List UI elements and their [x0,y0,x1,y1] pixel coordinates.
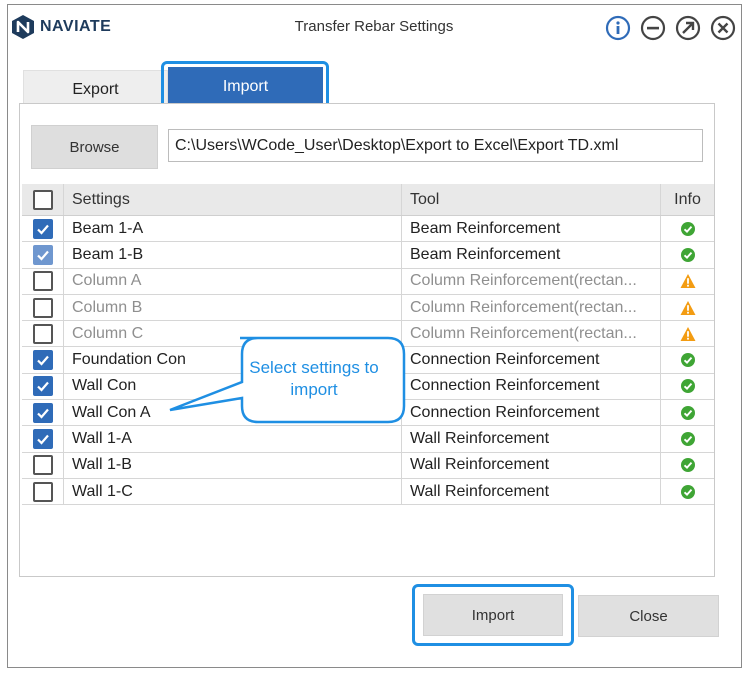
row-tool-name: Column Reinforcement(rectan... [402,268,661,294]
row-checkbox[interactable] [32,323,53,344]
window-controls [605,15,736,41]
row-checkbox[interactable] [32,376,53,397]
row-setting-name: Wall 1-B [64,452,402,478]
row-status [661,295,714,320]
checkmark-icon [36,355,49,366]
row-setting-name: Beam 1-A [64,216,402,242]
ok-status-icon [680,432,695,447]
row-checkbox[interactable] [32,350,53,371]
info-icon[interactable] [605,15,631,41]
row-checkbox[interactable] [32,297,53,318]
file-path-input[interactable] [168,129,703,162]
row-status [661,269,714,294]
row-status [661,216,714,241]
ok-status-icon [680,353,695,368]
row-check-cell [22,400,64,426]
warning-status-icon [680,300,695,315]
row-setting-name: Column B [64,294,402,321]
ok-status-icon [680,379,695,394]
row-status [661,347,714,372]
import-button[interactable]: Import [423,594,563,636]
table-row[interactable]: Column B Column Reinforcement(rectan... [22,294,714,322]
row-checkbox[interactable] [32,271,53,292]
close-icon[interactable] [710,15,736,41]
table-row[interactable]: Wall 1-A Wall Reinforcement [22,426,714,453]
row-check-cell [22,373,64,400]
row-tool-name: Wall Reinforcement [402,478,661,505]
header-info[interactable]: Info [661,184,714,215]
table-row[interactable]: Beam 1-A Beam Reinforcement [22,216,714,243]
table-header: Settings Tool Info [22,184,714,216]
tab-import[interactable]: Import [168,67,323,107]
row-checkbox[interactable] [32,481,53,502]
row-check-cell [22,347,64,373]
checkmark-icon [36,382,49,393]
row-setting-name: Wall 1-A [64,426,402,452]
ok-status-icon [680,458,695,473]
row-check-cell [22,478,64,505]
header-tool[interactable]: Tool [402,184,661,215]
row-status [661,426,714,451]
row-setting-name: Column A [64,268,402,294]
row-checkbox[interactable] [32,455,53,476]
row-checkbox[interactable] [32,244,53,265]
row-status [661,321,714,346]
row-check-cell [22,294,64,321]
row-tool-name: Wall Reinforcement [402,426,661,452]
row-tool-name: Column Reinforcement(rectan... [402,321,661,347]
row-tool-name: Connection Reinforcement [402,373,661,400]
row-tool-name: Connection Reinforcement [402,347,661,373]
row-status [661,453,714,478]
checkmark-icon [36,408,49,419]
row-check-cell [22,268,64,294]
ok-status-icon [680,405,695,420]
checkmark-icon [36,224,49,235]
table-row[interactable]: Column A Column Reinforcement(rectan... [22,268,714,295]
row-checkbox[interactable] [32,429,53,450]
row-checkbox[interactable] [32,402,53,423]
row-tool-name: Connection Reinforcement [402,400,661,426]
ok-status-icon [680,484,695,499]
warning-status-icon [680,274,695,289]
row-tool-name: Beam Reinforcement [402,242,661,268]
header-settings[interactable]: Settings [64,184,402,215]
row-setting-name: Beam 1-B [64,242,402,268]
select-all-checkbox[interactable] [32,189,53,210]
checkmark-icon [36,250,49,261]
row-checkbox[interactable] [32,218,53,239]
close-button[interactable]: Close [578,595,719,637]
row-tool-name: Beam Reinforcement [402,216,661,242]
restore-icon[interactable] [675,15,701,41]
header-select-all [22,184,64,215]
row-check-cell [22,242,64,268]
row-tool-name: Wall Reinforcement [402,452,661,478]
checkmark-icon [36,434,49,445]
row-status [661,479,714,504]
minimize-icon[interactable] [640,15,666,41]
row-check-cell [22,426,64,452]
row-check-cell [22,321,64,347]
browse-button[interactable]: Browse [31,125,158,169]
table-row[interactable]: Beam 1-B Beam Reinforcement [22,242,714,269]
row-status [661,242,714,267]
ok-status-icon [680,221,695,236]
row-status [661,400,714,425]
callout-text: Select settings to import [249,358,379,399]
row-check-cell [22,216,64,242]
row-check-cell [22,452,64,478]
row-setting-name: Wall 1-C [64,478,402,505]
warning-status-icon [680,326,695,341]
ok-status-icon [680,247,695,262]
table-row[interactable]: Wall 1-C Wall Reinforcement [22,478,714,506]
table-row[interactable]: Wall 1-B Wall Reinforcement [22,452,714,479]
row-tool-name: Column Reinforcement(rectan... [402,294,661,321]
row-status [661,374,714,399]
